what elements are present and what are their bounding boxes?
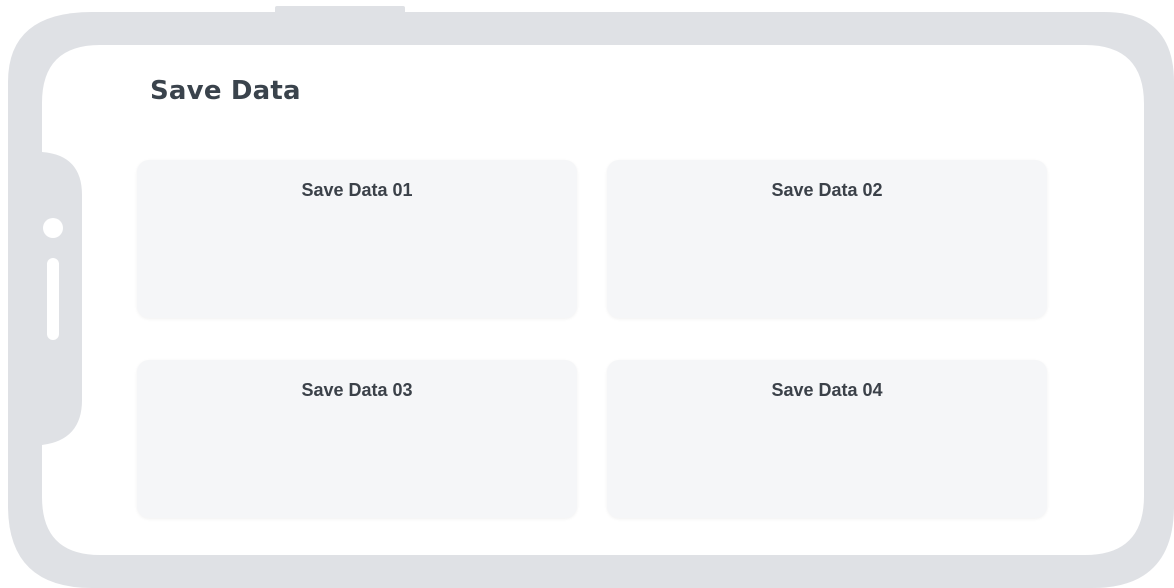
save-slot-02[interactable]: Save Data 02 bbox=[607, 160, 1047, 318]
save-slot-01[interactable]: Save Data 01 bbox=[137, 160, 577, 318]
save-slot-label: Save Data 02 bbox=[771, 180, 883, 200]
bottom-hardware-button-3 bbox=[356, 580, 438, 588]
top-hardware-button bbox=[275, 6, 405, 14]
app-screen: Save Data Save Data 01 Save Data 02 Save… bbox=[42, 45, 1144, 555]
save-slot-03[interactable]: Save Data 03 bbox=[137, 360, 577, 518]
phone-device: Save Data Save Data 01 Save Data 02 Save… bbox=[0, 0, 1174, 588]
bottom-hardware-button-2 bbox=[250, 580, 332, 588]
save-slot-label: Save Data 01 bbox=[301, 180, 413, 200]
save-slot-label: Save Data 04 bbox=[771, 380, 883, 400]
bottom-hardware-button-1 bbox=[150, 580, 212, 588]
page-title: Save Data bbox=[150, 76, 301, 106]
save-slot-label: Save Data 03 bbox=[301, 380, 413, 400]
save-slot-04[interactable]: Save Data 04 bbox=[607, 360, 1047, 518]
